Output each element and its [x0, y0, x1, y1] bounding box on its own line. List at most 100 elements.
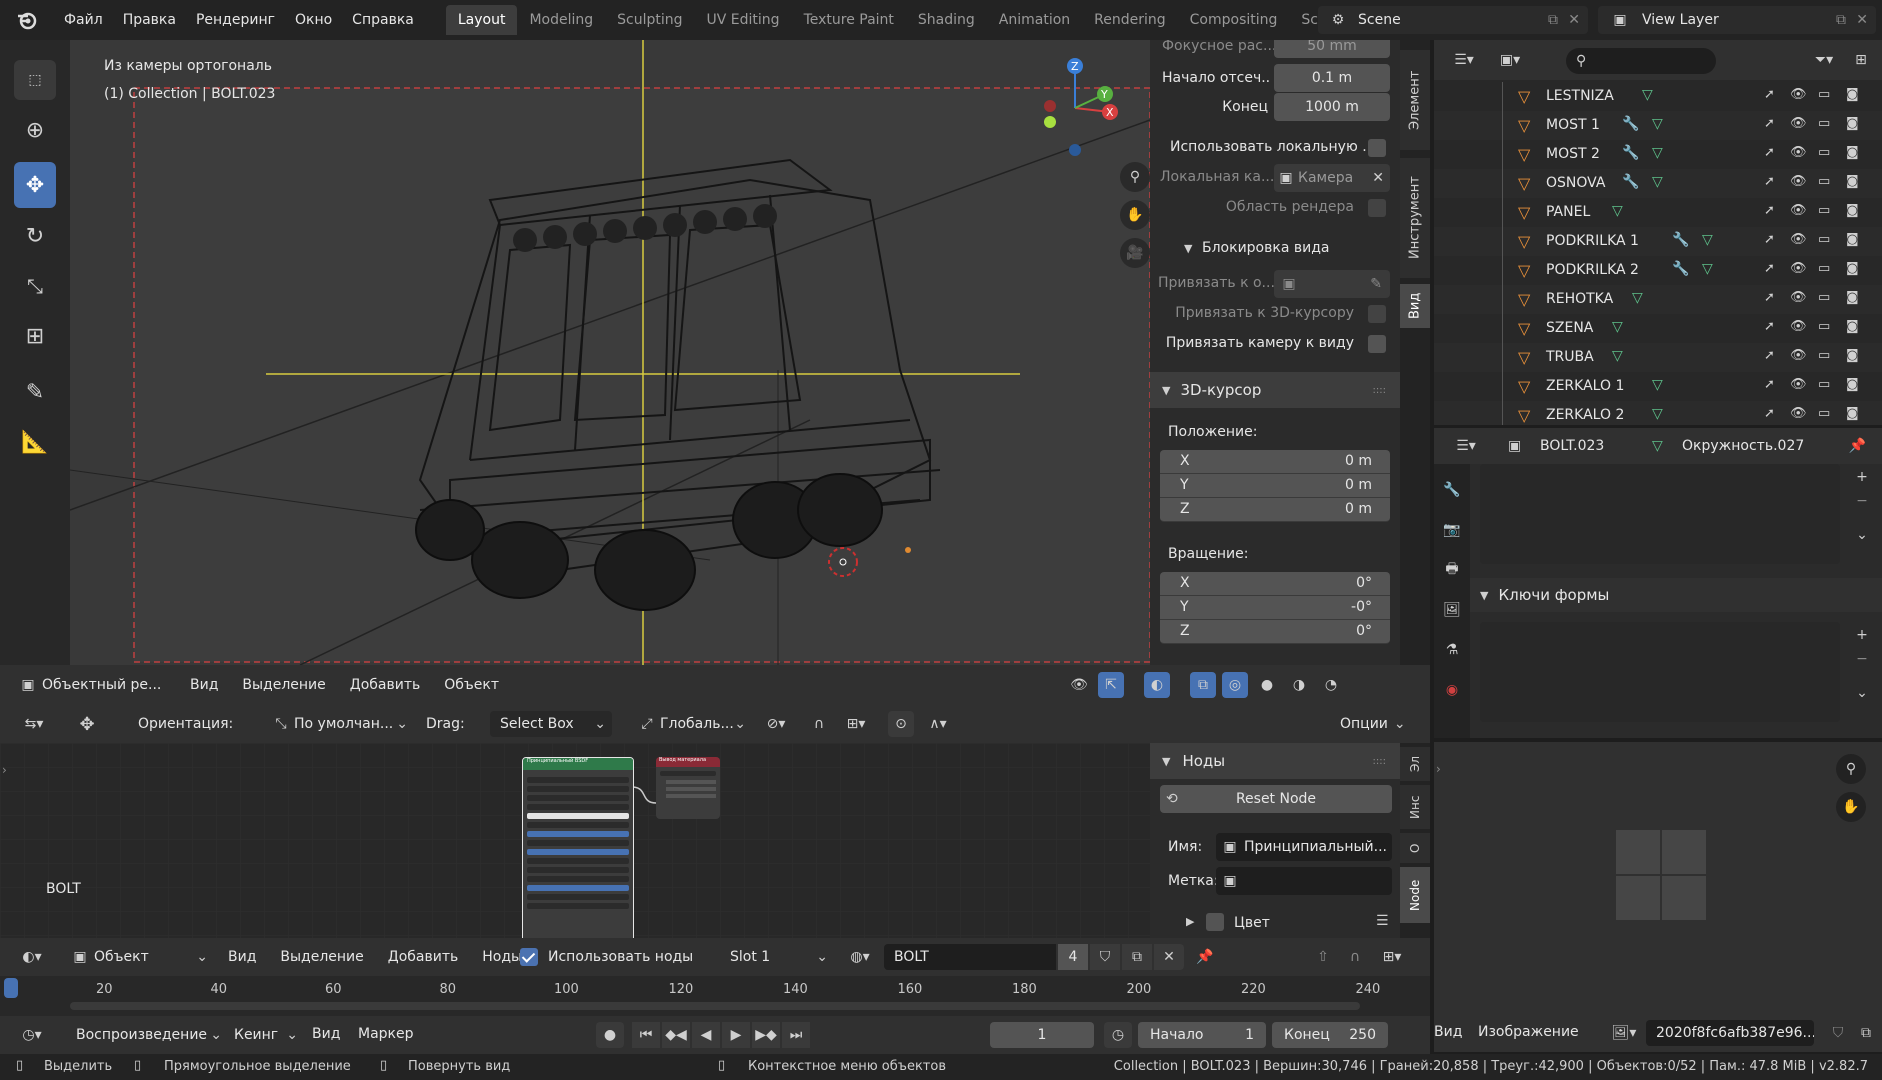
timeline-view-menu[interactable]: Вид — [312, 1026, 340, 1042]
timeline[interactable]: 20 40 60 80 100 120 140 160 180 200 220 240 — [0, 976, 1430, 1016]
camera-icon[interactable]: ◙ — [1846, 174, 1859, 189]
render-tab-icon[interactable]: 📷 — [1438, 516, 1466, 544]
cursor-tool-icon[interactable]: ⊕ — [14, 110, 56, 150]
eyedropper-icon[interactable]: ✎ — [1370, 276, 1382, 292]
eye-icon[interactable]: 👁 — [1790, 145, 1807, 160]
camera-icon[interactable]: ◙ — [1846, 406, 1859, 421]
collapse-arrow-icon[interactable]: › — [1436, 762, 1441, 776]
editor-type-icon[interactable]: ◷▾ — [14, 1022, 50, 1048]
pan-hand-icon[interactable]: ✋ — [1836, 792, 1866, 822]
camera-icon[interactable]: ◙ — [1846, 348, 1859, 363]
menu-file[interactable]: Файл — [54, 12, 113, 28]
drag-handle-icon[interactable]: :::: — [1373, 385, 1386, 396]
select-arrow-icon[interactable]: ➚ — [1764, 174, 1775, 189]
snap-icon[interactable]: ∩ — [806, 716, 832, 732]
record-icon[interactable]: ● — [596, 1022, 624, 1048]
menu-edit[interactable]: Правка — [113, 12, 186, 28]
viewport-icon[interactable]: ▭ — [1818, 348, 1830, 363]
outliner-item[interactable]: ▽ OSNOVA 🔧 ▽ ➚ 👁 ▭ ◙ — [1434, 169, 1882, 198]
lock-cursor-checkbox[interactable] — [1368, 305, 1386, 323]
viewport-icon[interactable]: ▭ — [1818, 145, 1830, 160]
vertex-groups-list[interactable] — [1480, 464, 1840, 564]
duplicate-icon[interactable]: ⧉ — [1854, 1020, 1878, 1046]
node-panel-header[interactable]: ▼ Ноды :::: — [1150, 743, 1400, 779]
pin-icon[interactable]: 📌 — [1849, 438, 1866, 454]
rendered-shading-icon[interactable]: ◔ — [1318, 677, 1344, 693]
overlay-icon[interactable]: ◐ — [1144, 672, 1170, 698]
next-keyframe-icon[interactable]: ▶◆ — [752, 1022, 780, 1048]
select-arrow-icon[interactable]: ➚ — [1764, 261, 1775, 276]
close-icon[interactable]: ✕ — [1568, 12, 1580, 28]
outliner-item[interactable]: ▽ PANEL ▽ ➚ 👁 ▭ ◙ — [1434, 198, 1882, 227]
rotation-y-field[interactable]: Y -0° — [1160, 596, 1390, 620]
remove-icon[interactable]: − — [1850, 490, 1874, 512]
modifier-icon[interactable]: 🔧 — [1622, 145, 1639, 161]
annotate-tool-icon[interactable]: ✎ — [14, 372, 56, 412]
copy-icon[interactable]: ⧉ — [1836, 12, 1846, 28]
view-menu[interactable]: Вид — [216, 949, 268, 965]
mesh-data-icon[interactable]: ▽ — [1652, 145, 1663, 161]
use-local-checkbox[interactable] — [1368, 139, 1386, 157]
select-arrow-icon[interactable]: ➚ — [1764, 116, 1775, 131]
world-tab-icon[interactable]: ◉ — [1438, 676, 1466, 704]
modifier-icon[interactable]: 🔧 — [1622, 174, 1639, 190]
outliner-item[interactable]: ▽ TRUBA ▽ ➚ 👁 ▭ ◙ — [1434, 343, 1882, 372]
copy-icon[interactable]: ⧉ — [1548, 12, 1558, 28]
select-arrow-icon[interactable]: ➚ — [1764, 232, 1775, 247]
lock-to-field[interactable]: ▣ ✎ — [1274, 270, 1390, 298]
mesh-data-icon[interactable]: ▽ — [1632, 290, 1643, 306]
add-menu[interactable]: Добавить — [376, 949, 470, 965]
visibility-icon[interactable]: 👁 — [1066, 677, 1092, 693]
outliner-item[interactable]: ▽ REHOTKA ▽ ➚ 👁 ▭ ◙ — [1434, 285, 1882, 314]
select-tool-icon[interactable]: ⬚ — [14, 60, 56, 100]
drag-handle-icon[interactable]: :::: — [1373, 756, 1386, 767]
rotate-tool-icon[interactable]: ↻ — [14, 216, 56, 256]
close-icon[interactable]: ✕ — [1856, 12, 1868, 28]
camera-icon[interactable]: ◙ — [1846, 145, 1859, 160]
move-icon[interactable]: ✥ — [72, 714, 102, 735]
play-reverse-icon[interactable]: ◀ — [692, 1022, 720, 1048]
chevron-down-icon[interactable]: ⌄ — [1850, 682, 1874, 704]
shader-type-dropdown[interactable]: ▣ Объект ⌄ — [66, 944, 212, 970]
tab-node[interactable]: Node — [1400, 867, 1430, 923]
add-menu[interactable]: Добавить — [338, 677, 432, 693]
fake-user-icon[interactable]: ⛉ — [1090, 944, 1120, 970]
pin-icon[interactable]: 📌 — [1190, 944, 1220, 970]
select-arrow-icon[interactable]: ➚ — [1764, 319, 1775, 334]
rotation-x-field[interactable]: X 0° — [1160, 572, 1390, 596]
mesh-data-icon[interactable]: ▽ — [1652, 406, 1663, 422]
material-name-field[interactable]: BOLT — [884, 944, 1056, 970]
duplicate-icon[interactable]: ⧉ — [1122, 944, 1152, 970]
outliner-item[interactable]: ▽ ZERKALO 2 ▽ ➚ 👁 ▭ ◙ — [1434, 401, 1882, 425]
image-menu[interactable]: Изображение — [1478, 1024, 1579, 1040]
select-arrow-icon[interactable]: ➚ — [1764, 348, 1775, 363]
blender-logo-icon[interactable] — [0, 0, 54, 40]
view-layer-selector[interactable]: ▣ View Layer ⧉ ✕ — [1598, 6, 1876, 34]
transform-pivot-icon[interactable]: ⊘▾ — [758, 716, 794, 732]
camera-view-icon[interactable]: 🎥 — [1120, 238, 1150, 268]
use-nodes-toggle[interactable]: Использовать ноды — [520, 944, 693, 970]
gizmo-icon[interactable]: ⇱ — [1098, 672, 1124, 698]
shape-keys-header[interactable]: ▼ Ключи формы — [1470, 578, 1882, 612]
outliner-item[interactable]: ▽ MOST 2 🔧 ▽ ➚ 👁 ▭ ◙ — [1434, 140, 1882, 169]
unlink-icon[interactable]: ✕ — [1154, 944, 1184, 970]
position-y-field[interactable]: Y 0 m — [1160, 474, 1390, 498]
navigation-gizmo[interactable]: Z X Y — [1030, 50, 1120, 160]
modifier-icon[interactable]: 🔧 — [1672, 232, 1689, 248]
camera-icon[interactable]: ◙ — [1846, 319, 1859, 334]
collapse-arrow-icon[interactable]: › — [2, 763, 7, 777]
camera-icon[interactable]: ◙ — [1846, 203, 1859, 218]
select-arrow-icon[interactable]: ➚ — [1764, 145, 1775, 160]
options-dropdown[interactable]: Опции ⌄ — [1340, 711, 1420, 737]
marker-menu[interactable]: Маркер — [358, 1026, 414, 1042]
viewport-icon[interactable]: ▭ — [1818, 203, 1830, 218]
viewport-icon[interactable]: ▭ — [1818, 174, 1830, 189]
scene-tab-icon[interactable]: ⚗ — [1438, 636, 1466, 664]
image-editor[interactable]: › ⚲ ✋ — [1434, 742, 1882, 1014]
editor-type-icon[interactable]: ◐▾ — [14, 944, 50, 970]
clock-icon[interactable]: ◷ — [1104, 1022, 1132, 1048]
display-mode-icon[interactable]: ▣▾ — [1490, 52, 1530, 68]
jump-start-icon[interactable]: ⏮ — [632, 1022, 660, 1048]
end-frame-field[interactable]: Конец 250 — [1272, 1022, 1388, 1048]
current-frame-field[interactable]: 1 — [990, 1022, 1094, 1048]
